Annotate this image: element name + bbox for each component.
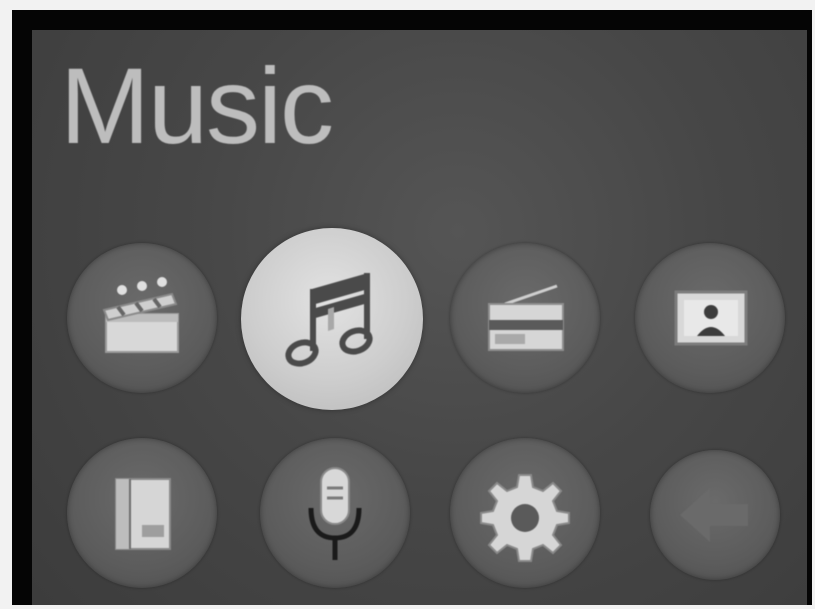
radio-icon (475, 268, 575, 368)
book-icon (92, 463, 192, 563)
menu-item-music[interactable] (241, 228, 423, 410)
menu-item-video[interactable] (67, 243, 217, 393)
back-arrow-icon (670, 470, 760, 560)
main-menu-screen: Music (32, 30, 807, 605)
screen-bezel: Music (12, 10, 812, 605)
menu-item-recorder[interactable] (260, 438, 410, 588)
menu-item-settings[interactable] (450, 438, 600, 588)
menu-item-photos[interactable] (635, 243, 785, 393)
microphone-icon (285, 458, 385, 568)
screen-title: Music (60, 45, 334, 166)
menu-item-radio[interactable] (450, 243, 600, 393)
device-frame: Music (0, 0, 815, 609)
photo-frame-icon (660, 268, 760, 368)
music-notes-icon (272, 259, 392, 379)
gear-icon (475, 463, 575, 563)
menu-item-back[interactable] (650, 450, 780, 580)
menu-item-ebook[interactable] (67, 438, 217, 588)
clapperboard-icon (92, 268, 192, 368)
